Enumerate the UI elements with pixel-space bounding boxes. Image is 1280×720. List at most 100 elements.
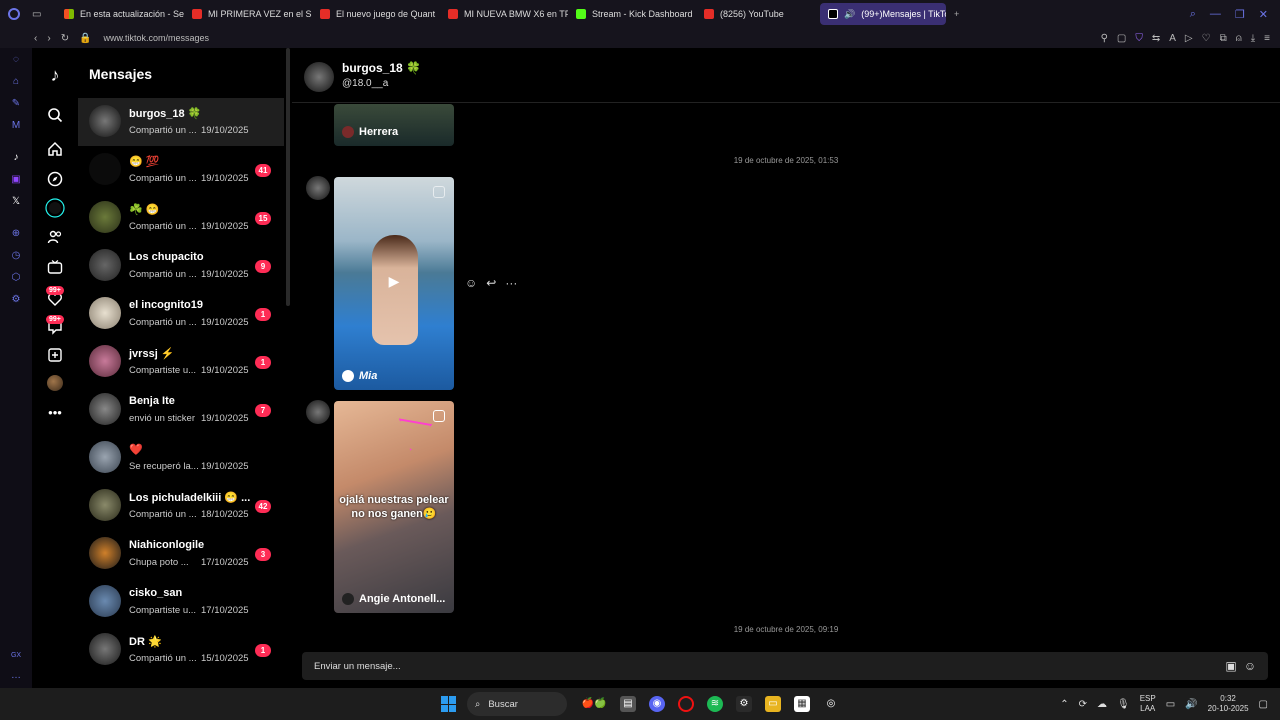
conversation-item-4[interactable]: el incognito19 Compartió un ... 19/10/20… (78, 290, 284, 338)
home-icon[interactable] (44, 138, 66, 160)
opera-gx-icon[interactable] (678, 696, 694, 712)
upload-icon[interactable] (44, 344, 66, 366)
new-tab-button[interactable]: + (946, 3, 966, 25)
tab-3[interactable]: MI NUEVA BMW X6 en TF (440, 3, 568, 25)
spotify-icon[interactable]: ≋ (707, 696, 723, 712)
vpn-icon[interactable]: ⇆ (1152, 33, 1160, 44)
play-icon[interactable]: ▷ (1185, 33, 1193, 44)
extensions-icon[interactable]: ⧉ (1220, 33, 1227, 44)
menu-icon[interactable]: ≡ (1264, 33, 1270, 44)
sender-avatar[interactable] (306, 400, 330, 424)
history-icon[interactable]: ◷ (10, 250, 22, 262)
following-icon[interactable] (44, 197, 66, 219)
profile-avatar[interactable] (44, 372, 66, 394)
extensions-sidebar-icon[interactable]: ⬡ (10, 272, 22, 284)
conversation-item-6[interactable]: Benja Ite envió un sticker 19/10/2025 7 (78, 386, 284, 434)
x-icon[interactable]: 𝕏 (10, 196, 22, 208)
heart-icon[interactable]: ♡ (1202, 33, 1211, 44)
users-icon[interactable] (44, 226, 66, 248)
emoji-react-icon[interactable]: ☺ (465, 276, 477, 290)
chat-avatar[interactable] (304, 62, 334, 92)
pin-icon[interactable]: ⚲ (1101, 33, 1108, 44)
tray-chevron-icon[interactable]: ⌃ (1060, 699, 1068, 710)
sidebar-more-icon[interactable]: … (10, 670, 22, 682)
conversation-item-5[interactable]: jvrssj ⚡ Compartiste u... 19/10/2025 1 (78, 338, 284, 386)
tab-0[interactable]: En esta actualización - Se (56, 3, 184, 25)
message-input[interactable] (314, 652, 1194, 680)
url-field[interactable]: www.tiktok.com/messages (104, 33, 210, 43)
tab-overview-icon[interactable]: ▭ (32, 9, 41, 20)
settings-icon[interactable]: ⚙ (10, 294, 22, 306)
minimize-icon[interactable]: — (1210, 8, 1221, 21)
conversation-scrollbar[interactable] (286, 48, 290, 306)
conversation-item-2[interactable]: ☘️ 😁 Compartió un ... 19/10/2025 15 (78, 194, 284, 242)
expand-icon[interactable] (433, 186, 445, 198)
conversation-item-8[interactable]: Los pichuladelkiii 😁 ... Compartió un ..… (78, 482, 284, 530)
volume-icon[interactable]: 🔊 (1185, 699, 1197, 710)
shared-video-card[interactable]: Herrera (334, 104, 454, 146)
cloud-icon[interactable]: ☁ (1097, 699, 1107, 710)
conversation-item-3[interactable]: Los chupacito Compartió un ... 19/10/202… (78, 242, 284, 290)
close-window-icon[interactable]: ✕ (1259, 8, 1268, 21)
tab-2[interactable]: El nuevo juego de Quant (312, 3, 440, 25)
opera-ai-icon[interactable]: ◌ (10, 54, 22, 66)
notification-icon[interactable]: ▢ (1259, 699, 1268, 710)
opera-mail-icon[interactable]: M (10, 120, 22, 132)
conversation-item-0[interactable]: burgos_18 🍀 Compartió un ... 19/10/2025 (78, 98, 284, 146)
clock[interactable]: 0:32 20-10-2025 (1208, 694, 1249, 714)
add-sidebar-icon[interactable]: ⊕ (10, 228, 22, 240)
forward-icon[interactable]: › (47, 33, 50, 44)
translate-icon[interactable]: A (1169, 33, 1176, 44)
tiktok-sidebar-icon[interactable]: ♪ (10, 152, 22, 164)
windows-start-icon[interactable] (441, 696, 457, 712)
maximize-icon[interactable]: ❐ (1235, 8, 1245, 21)
opera-pen-icon[interactable]: ✎ (10, 98, 22, 110)
shared-video-card[interactable]: ▶ Mia (334, 177, 454, 390)
download-icon[interactable]: ⤓ (1251, 33, 1255, 44)
search-tabs-icon[interactable]: ⌕ (1190, 8, 1196, 21)
sender-avatar[interactable] (306, 176, 330, 200)
live-icon[interactable] (44, 256, 66, 278)
emoji-icon[interactable]: ☺ (1243, 659, 1257, 673)
back-icon[interactable]: ‹ (34, 33, 37, 44)
tab-1[interactable]: MI PRIMERA VEZ en el SE (184, 3, 312, 25)
shared-video-card[interactable]: ojalá nuestras pelear no nos ganen🥲 Angi… (334, 401, 454, 613)
task-view-icon[interactable]: ▤ (620, 696, 636, 712)
sync-icon[interactable]: ⟳ (1079, 699, 1087, 710)
snapshot-icon[interactable]: ▢ (1117, 33, 1126, 44)
expand-icon[interactable] (433, 410, 445, 422)
gx-icon[interactable]: GX (10, 650, 22, 662)
conversation-item-11[interactable]: DR 🌟 Compartió un ... 15/10/2025 1 (78, 626, 284, 674)
search-icon[interactable] (44, 104, 66, 126)
conversation-item-9[interactable]: Niahiconlogile Chupa poto ... 17/10/2025… (78, 530, 284, 578)
conversation-item-10[interactable]: cisko_san Compartiste u... 17/10/2025 (78, 578, 284, 626)
network-icon[interactable]: ▭ (1166, 699, 1175, 710)
conversation-item-7[interactable]: ❤️ Se recuperó la... 19/10/2025 (78, 434, 284, 482)
image-icon[interactable]: ▣ (1224, 659, 1238, 673)
obs-icon[interactable]: ◎ (823, 696, 839, 712)
mic-icon[interactable]: 🎙 (1117, 699, 1130, 710)
app-icon[interactable]: ⚙ (736, 696, 752, 712)
explore-icon[interactable] (44, 168, 66, 190)
tiktok-logo-icon[interactable]: ♪ (44, 64, 66, 86)
store-icon[interactable]: ▦ (794, 696, 810, 712)
reply-icon[interactable]: ↩ (486, 276, 496, 290)
chat-name[interactable]: burgos_18 🍀 (342, 61, 421, 75)
taskbar-search[interactable]: ⌕ Buscar (467, 692, 567, 716)
profile-icon[interactable]: ⍝ (1236, 33, 1242, 44)
language-indicator[interactable]: ESP LAA (1140, 694, 1156, 714)
fruit-widget-icon[interactable]: 🍎🍏 (580, 696, 608, 712)
tab-5[interactable]: (8256) YouTube (696, 3, 820, 25)
more-icon[interactable]: ••• (44, 401, 66, 423)
reload-icon[interactable]: ↻ (61, 33, 69, 44)
file-explorer-icon[interactable]: ▭ (765, 696, 781, 712)
opera-logo-icon[interactable] (8, 8, 20, 20)
twitch-icon[interactable]: ▣ (10, 174, 22, 186)
shield-icon[interactable]: ⛉ (1135, 33, 1143, 44)
opera-stack-icon[interactable]: ⌂ (10, 76, 22, 88)
ellipsis-icon[interactable]: ··· (505, 276, 517, 290)
tab-4[interactable]: Stream - Kick Dashboard (568, 3, 696, 25)
conversation-item-1[interactable]: 😁 💯 Compartió un ... 19/10/2025 41 (78, 146, 284, 194)
tab-6-active[interactable]: 🔊 (99+)Mensajes | TikTo (820, 3, 946, 25)
discord-icon[interactable]: ◉ (649, 696, 665, 712)
